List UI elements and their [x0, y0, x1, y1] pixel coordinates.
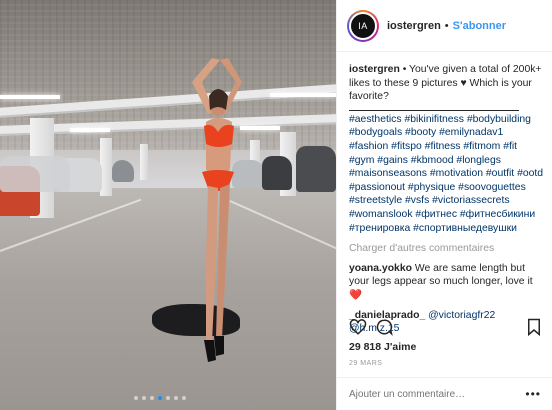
add-comment-input[interactable]	[349, 388, 519, 400]
pillar	[140, 144, 148, 180]
post-actions	[349, 318, 543, 338]
carousel-dot[interactable]	[182, 396, 186, 400]
caption: iostergren • You've given a total of 200…	[349, 63, 545, 235]
carousel-dot[interactable]	[150, 396, 154, 400]
more-options-icon[interactable]: •••	[525, 387, 541, 401]
follow-button[interactable]: S'abonner	[453, 20, 506, 32]
car	[296, 146, 336, 192]
ceiling-light	[270, 93, 336, 97]
bookmark-icon[interactable]	[525, 318, 543, 336]
car	[262, 156, 292, 190]
car	[0, 156, 70, 192]
carousel-dot[interactable]	[134, 396, 138, 400]
likes-count[interactable]: 29 818 J'aime	[349, 341, 416, 353]
heart-icon[interactable]	[349, 318, 367, 336]
header-separator: •	[444, 19, 449, 32]
carousel-dot[interactable]	[142, 396, 146, 400]
carousel-dot[interactable]	[166, 396, 170, 400]
carousel-dot[interactable]	[174, 396, 178, 400]
post-date[interactable]: 29 MARS	[349, 360, 382, 367]
avatar-image: IA	[349, 11, 377, 40]
carousel-dot-active[interactable]	[158, 396, 162, 400]
caption-username[interactable]: iostergren	[349, 64, 400, 75]
comment-icon[interactable]	[375, 318, 393, 336]
load-more-comments[interactable]: Charger d'autres commentaires	[349, 242, 545, 256]
post-sidebar: IA iostergren • S'abonner iostergren • Y…	[336, 0, 552, 410]
username-link[interactable]: iostergren	[387, 20, 441, 32]
ceiling-light	[70, 128, 110, 132]
heart-emoji: ❤️	[349, 289, 362, 301]
avatar[interactable]: IA	[347, 9, 379, 42]
comment-username[interactable]: yoana.yokko	[349, 263, 412, 274]
comments-section: iostergren • You've given a total of 200…	[349, 63, 545, 336]
comment-item: yoana.yokko We are same length but your …	[349, 262, 545, 303]
add-comment-bar: •••	[337, 377, 552, 410]
carousel-indicator	[134, 396, 186, 400]
caption-hashtags[interactable]: #aesthetics #bikinifitness #bodybuilding…	[349, 114, 543, 234]
post-header: IA iostergren • S'abonner	[337, 0, 552, 52]
caption-divider	[349, 109, 519, 111]
ceiling-light	[0, 95, 60, 99]
post-photo[interactable]	[0, 0, 336, 410]
car	[112, 160, 134, 182]
woman-figure	[192, 58, 242, 362]
